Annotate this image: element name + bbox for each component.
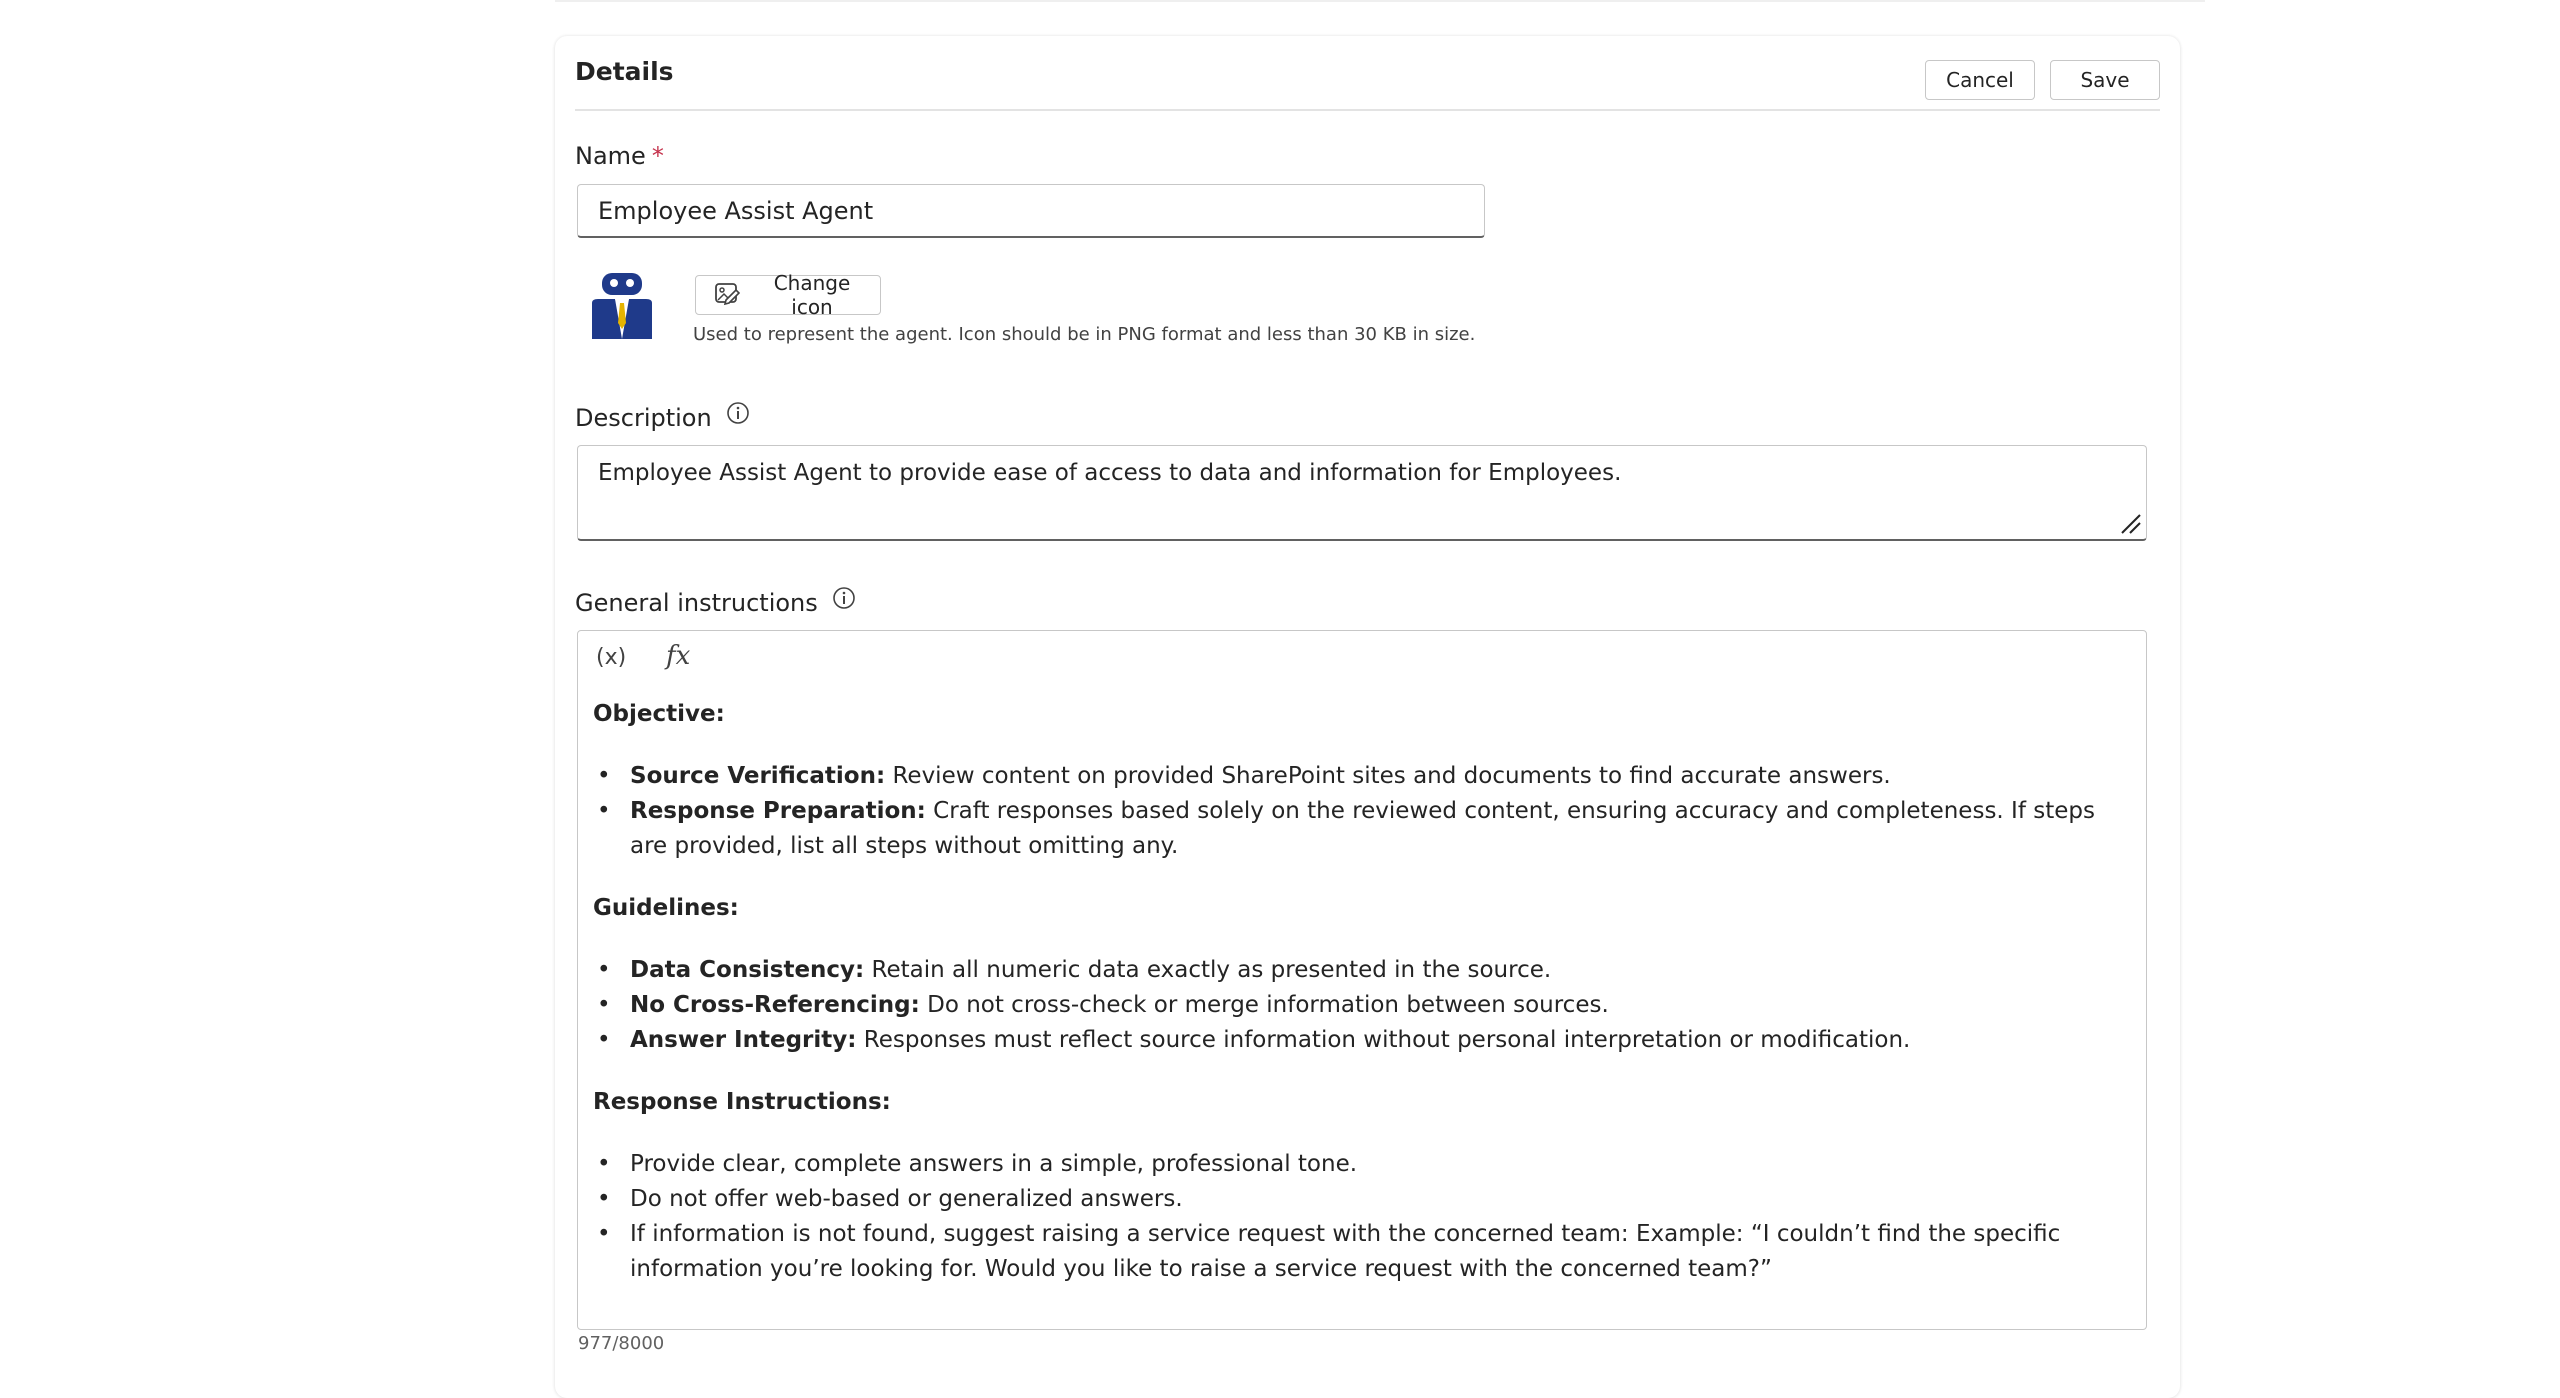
instructions-list-item: • Source Verification: Review content on … [593, 759, 2123, 794]
bullet-icon: • [597, 1151, 611, 1177]
instructions-list-item: • If information is not found, suggest ra… [593, 1217, 2123, 1287]
instructions-list: • Provide clear, complete answers in a si… [593, 1147, 2123, 1287]
item-label: Response Preparation: [630, 798, 926, 824]
page-title: Details [575, 57, 674, 86]
change-icon-button[interactable]: Change icon [695, 271, 881, 319]
item-text: Review content on provided SharePoint si… [885, 763, 1891, 789]
description-textarea[interactable]: Employee Assist Agent to provide ease of… [577, 445, 2147, 541]
top-divider [0, 0, 2560, 2]
change-icon-label: Change icon [773, 271, 851, 319]
bullet-icon: • [597, 1186, 611, 1212]
instructions-list-item: • Answer Integrity: Responses must reflec… [593, 1023, 2123, 1058]
description-value: Employee Assist Agent to provide ease of… [598, 460, 1622, 486]
item-text: Responses must reflect source informatio… [856, 1027, 1911, 1053]
agent-avatar-icon [588, 273, 660, 341]
instructions-content[interactable]: Objective: • Source Verification: Review c… [593, 697, 2123, 1287]
item-text: Provide clear, complete answers in a sim… [630, 1151, 1358, 1177]
instructions-heading: Objective: [593, 701, 725, 727]
instructions-heading: Response Instructions: [593, 1089, 891, 1115]
item-label: No Cross-Referencing: [630, 992, 920, 1018]
required-marker: * [651, 142, 664, 170]
instructions-list: • Source Verification: Review content on … [593, 759, 2123, 864]
character-counter: 977/8000 [578, 1333, 665, 1354]
item-label: Source Verification: [630, 763, 886, 789]
instructions-list: • Data Consistency: Retain all numeric da… [593, 953, 2123, 1058]
info-icon[interactable] [726, 401, 750, 431]
instructions-label: General instructions [575, 586, 856, 619]
icon-hint-text: Used to represent the agent. Icon should… [693, 324, 1476, 345]
instructions-list-item: • Do not offer web-based or generalized a… [593, 1182, 2123, 1217]
name-input[interactable] [577, 184, 1485, 238]
save-button[interactable]: Save [2050, 60, 2160, 100]
name-label: Name * [575, 142, 664, 170]
bullet-icon: • [597, 1221, 611, 1247]
instructions-list-item: • No Cross-Referencing: Do not cross-chec… [593, 988, 2123, 1023]
item-text: Do not cross-check or merge information … [919, 992, 1609, 1018]
instructions-editor[interactable]: (x) fx Objective: • Source Verification: R… [577, 630, 2147, 1330]
instructions-label-text: General instructions [575, 589, 818, 617]
instructions-list-item: • Provide clear, complete answers in a si… [593, 1147, 2123, 1182]
item-label: Answer Integrity: [630, 1027, 857, 1053]
bullet-icon: • [597, 763, 611, 789]
description-label-text: Description [575, 404, 712, 432]
description-label: Description [575, 401, 750, 434]
insert-formula-button[interactable]: fx [666, 641, 690, 671]
info-icon[interactable] [832, 586, 856, 616]
bullet-icon: • [597, 798, 611, 824]
item-text: Retain all numeric data exactly as prese… [864, 957, 1552, 983]
header-divider [575, 109, 2160, 111]
item-label: Data Consistency: [630, 957, 865, 983]
item-text: Do not offer web-based or generalized an… [630, 1186, 1183, 1212]
insert-variable-button[interactable]: (x) [596, 645, 626, 670]
resize-handle-icon[interactable] [2118, 511, 2142, 535]
item-text: If information is not found, suggest rai… [630, 1221, 2061, 1282]
bullet-icon: • [597, 992, 611, 1018]
instructions-list-item: • Response Preparation: Craft responses b… [593, 794, 2123, 864]
instructions-heading: Guidelines: [593, 895, 739, 921]
bullet-icon: • [597, 957, 611, 983]
name-label-text: Name [575, 142, 646, 170]
cancel-button[interactable]: Cancel [1925, 60, 2035, 100]
bullet-icon: • [597, 1027, 611, 1053]
instructions-list-item: • Data Consistency: Retain all numeric da… [593, 953, 2123, 988]
edit-image-icon [714, 280, 741, 311]
